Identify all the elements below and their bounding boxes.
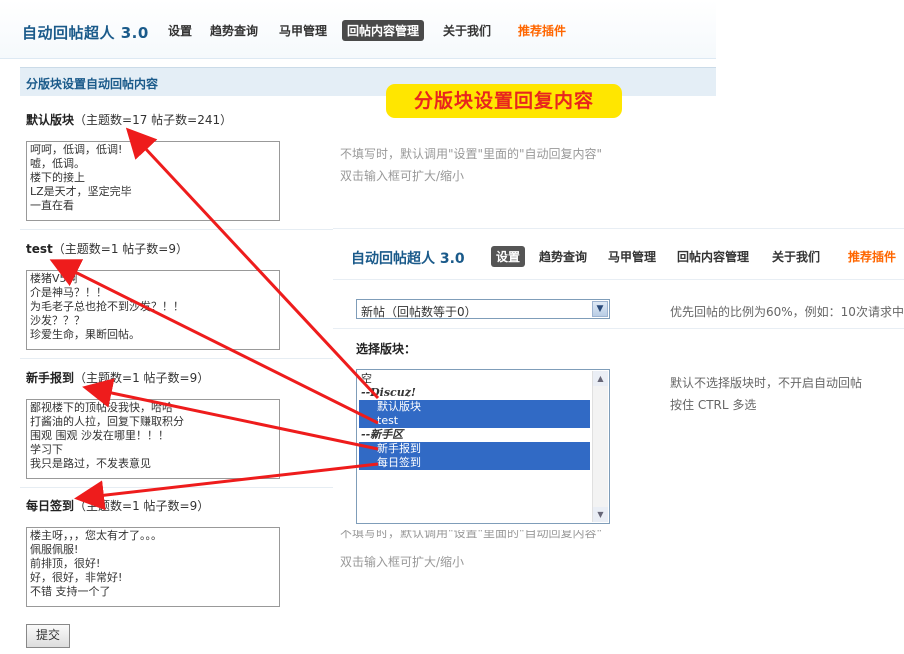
annotation-arrows bbox=[49, 127, 380, 511]
arrow-checkin bbox=[74, 462, 379, 511]
arrow-default bbox=[125, 127, 380, 400]
arrow-newbie bbox=[82, 378, 379, 451]
arrow-test bbox=[49, 259, 379, 425]
